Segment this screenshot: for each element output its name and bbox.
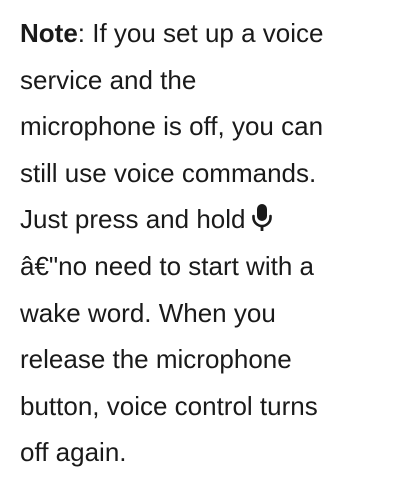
- note-text-line: : If you set up a voice: [77, 18, 324, 48]
- note-text-line: still use voice commands.: [20, 157, 317, 188]
- note-text-line: service and the: [20, 64, 197, 95]
- note-text-line: off again.: [20, 437, 127, 468]
- note-line-4: still use voice commands.: [20, 150, 395, 197]
- note-text-line: Just press and hold: [20, 204, 246, 235]
- note-line-9: button, voice control turns: [20, 383, 395, 430]
- note-text-line: microphone is off, you can: [20, 111, 324, 142]
- microphone-icon: [251, 201, 273, 232]
- note-line-3: microphone is off, you can: [20, 103, 395, 150]
- note-text-line: release the microphone: [20, 344, 292, 375]
- note-line-5: Just press and hold: [20, 196, 395, 243]
- note-line-6: â€"no need to start with a: [20, 243, 395, 290]
- note-label: Note: [20, 18, 78, 48]
- note-text-line: button, voice control turns: [20, 390, 318, 421]
- note-text-line: â€"no need to start with a: [20, 250, 314, 281]
- note-line-1: Note: If you set up a voice: [20, 10, 395, 57]
- note-line-7: wake word. When you: [20, 290, 395, 337]
- note-line-8: release the microphone: [20, 336, 395, 383]
- note-paragraph: Note: If you set up a voice service and …: [20, 10, 395, 476]
- note-line-10: off again.: [20, 429, 395, 476]
- note-text-line: wake word. When you: [20, 297, 276, 328]
- note-line-2: service and the: [20, 57, 395, 104]
